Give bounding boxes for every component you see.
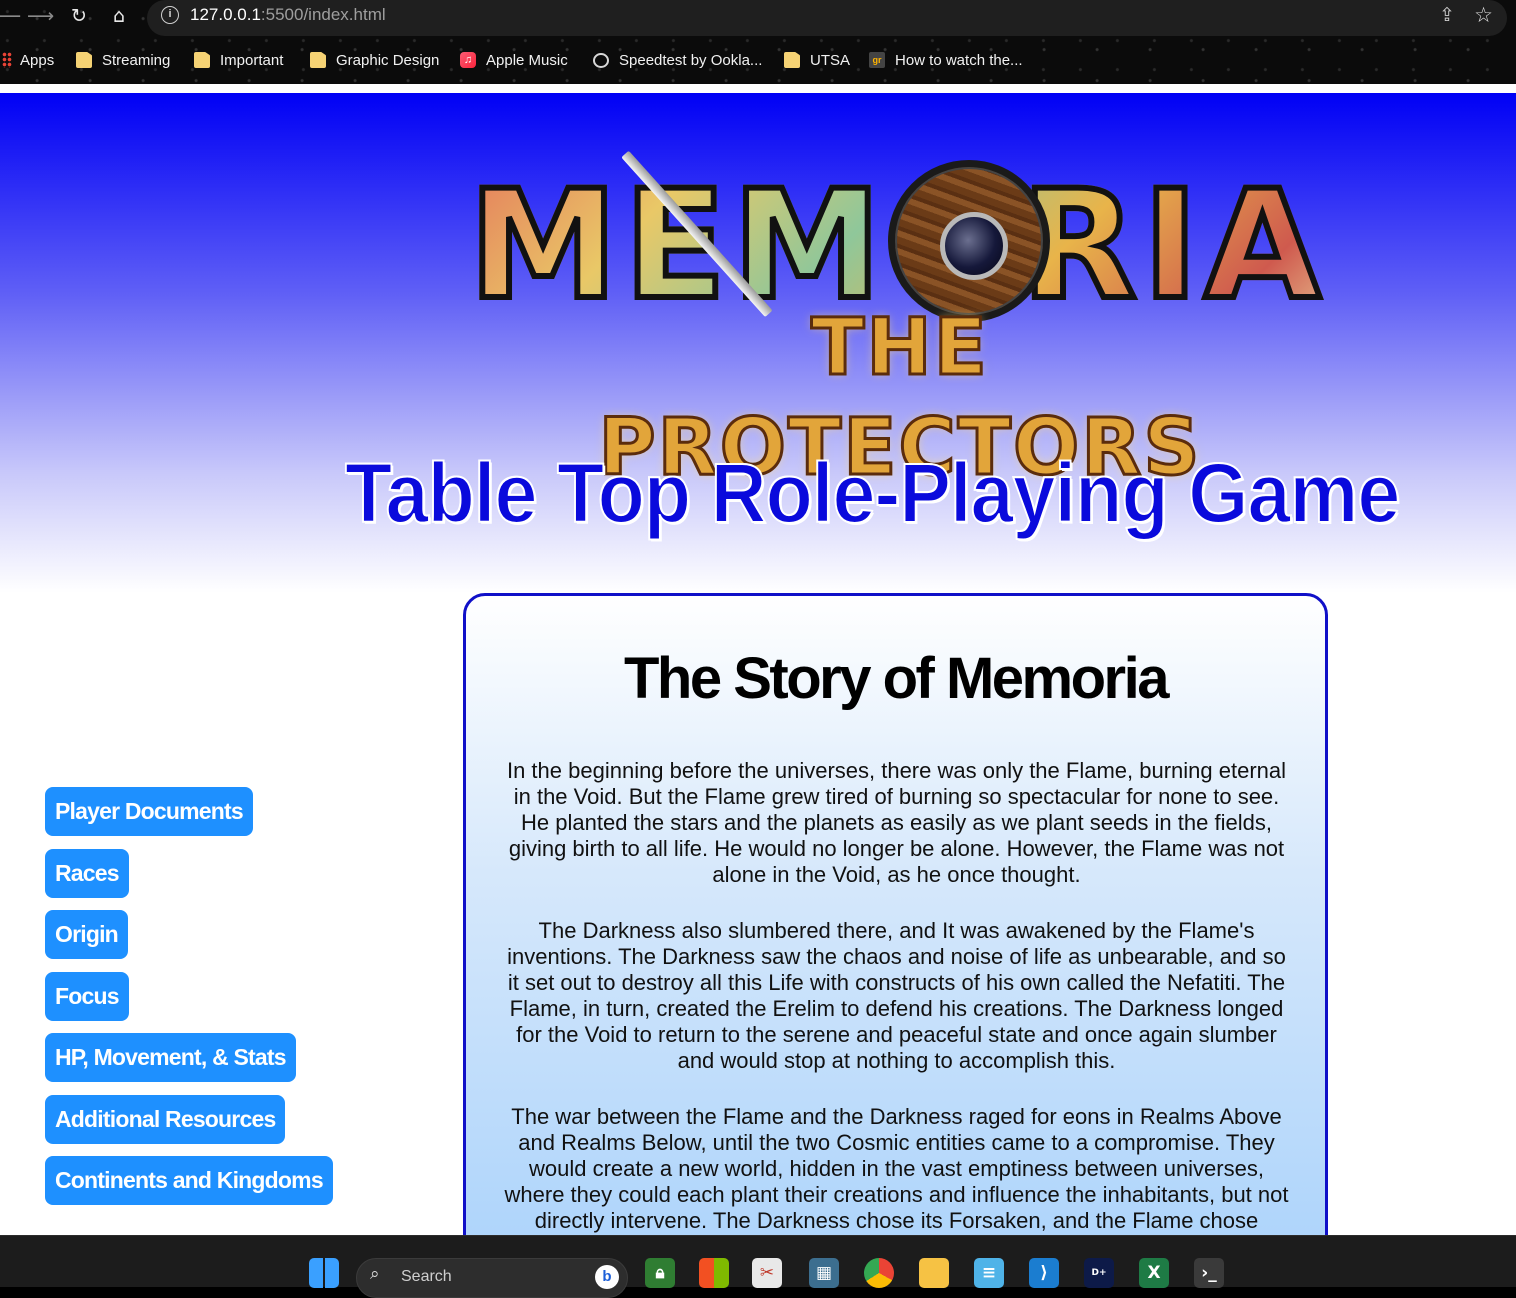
nav-races[interactable]: Races <box>45 849 129 898</box>
nav-origin[interactable]: Origin <box>45 910 128 959</box>
address-bar[interactable]: i 127.0.0.1:5500/index.html ⇪ ☆ <box>147 0 1507 36</box>
bookmark-how-to-watch[interactable]: gr How to watch the... <box>869 49 1023 71</box>
share-icon[interactable]: ⇪ <box>1439 4 1455 26</box>
calculator-icon[interactable]: ▦ <box>809 1258 839 1288</box>
bookmark-label: Speedtest by Ookla... <box>619 51 763 69</box>
story-paragraph: The war between the Flame and the Darkne… <box>504 1104 1289 1233</box>
bookmark-label: Important <box>220 51 284 69</box>
snipping-tool-icon[interactable]: ✂ <box>752 1258 782 1288</box>
nav-additional-resources[interactable]: Additional Resources <box>45 1095 286 1144</box>
nav-player-documents[interactable]: Player Documents <box>45 787 253 836</box>
disney-plus-icon[interactable]: D+ <box>1084 1258 1114 1288</box>
bookmark-star-icon[interactable]: ☆ <box>1474 3 1493 27</box>
home-icon[interactable]: ⌂ <box>107 4 131 28</box>
divider <box>0 84 1516 93</box>
search-label: Search <box>401 1268 452 1285</box>
bookmark-speedtest[interactable]: Speedtest by Ookla... <box>593 49 762 71</box>
folder-icon <box>194 52 210 68</box>
bookmark-label: Streaming <box>102 51 171 69</box>
folder-icon <box>784 52 800 68</box>
bookmark-utsa[interactable]: UTSA <box>784 49 850 71</box>
bookmark-label: Apple Music <box>486 51 568 69</box>
bookmark-streaming[interactable]: Streaming <box>76 49 170 71</box>
vpn-lock-icon[interactable]: 🔒︎ <box>645 1258 675 1288</box>
nav-continents-kingdoms[interactable]: Continents and Kingdoms <box>45 1156 333 1205</box>
story-paragraph: In the beginning before the universes, t… <box>506 758 1287 887</box>
story-body: In the beginning before the universes, t… <box>499 758 1294 1235</box>
bookmark-important[interactable]: Important <box>194 49 283 71</box>
page-tagline: Table Top Role-Playing Game <box>344 445 1401 541</box>
search-icon: ⌕ <box>370 1264 380 1284</box>
bookmark-label: Apps <box>20 51 55 69</box>
windows-start-icon[interactable] <box>309 1258 339 1288</box>
nav-focus[interactable]: Focus <box>45 972 129 1021</box>
vscode-icon[interactable]: ⟩ <box>1029 1258 1059 1288</box>
terminal-icon[interactable]: ›_ <box>1194 1258 1224 1288</box>
bookmark-label: UTSA <box>810 51 851 69</box>
microsoft-store-icon[interactable] <box>699 1258 729 1288</box>
apple-music-icon: ♫ <box>460 52 476 68</box>
excel-icon[interactable]: X <box>1139 1258 1169 1288</box>
speedtest-icon <box>593 52 609 68</box>
site-info-icon[interactable]: i <box>161 6 179 24</box>
web-page: MEMORIA THE PROTECTORS Table Top Role-Pl… <box>0 93 1516 1235</box>
story-panel: The Story of Memoria In the beginning be… <box>463 593 1328 1235</box>
browser-chrome: ⟵ ⟶ ↻ ⌂ i 127.0.0.1:5500/index.html ⇪ ☆ … <box>0 0 1516 84</box>
reload-icon[interactable]: ↻ <box>67 4 91 28</box>
apps-grid-icon <box>2 52 12 68</box>
bookmark-apple-music[interactable]: ♫ Apple Music <box>460 49 568 71</box>
bookmark-label: How to watch the... <box>895 51 1023 69</box>
file-explorer-icon[interactable] <box>919 1258 949 1288</box>
memoria-logo: MEMORIA THE PROTECTORS <box>420 148 1375 495</box>
story-paragraph: The Darkness also slumbered there, and I… <box>507 918 1286 1073</box>
site-favicon-icon: gr <box>869 52 885 68</box>
notepad-icon[interactable]: ≡ <box>974 1258 1004 1288</box>
taskbar-search[interactable]: ⌕ Search b <box>356 1258 628 1298</box>
back-arrow-icon[interactable]: ⟵ <box>0 4 21 28</box>
bookmarks-bar: Apps Streaming Important Graphic Design … <box>0 44 1516 74</box>
bookmark-label: Graphic Design <box>336 51 440 69</box>
chrome-icon[interactable] <box>864 1258 894 1288</box>
windows-taskbar: ⌕ Search b 🔒︎ ✂ ▦ ≡ ⟩ D+ X ›_ <box>0 1235 1516 1298</box>
folder-icon <box>76 52 92 68</box>
story-title: The Story of Memoria <box>624 646 1169 711</box>
folder-icon <box>310 52 326 68</box>
bookmark-apps[interactable]: Apps <box>2 49 54 71</box>
forward-arrow-icon[interactable]: ⟶ <box>27 4 54 28</box>
bookmark-graphic-design[interactable]: Graphic Design <box>310 49 439 71</box>
bing-icon[interactable]: b <box>595 1265 619 1289</box>
nav-hp-movement-stats[interactable]: HP, Movement, & Stats <box>45 1033 296 1082</box>
url-text[interactable]: 127.0.0.1:5500/index.html <box>190 5 386 25</box>
